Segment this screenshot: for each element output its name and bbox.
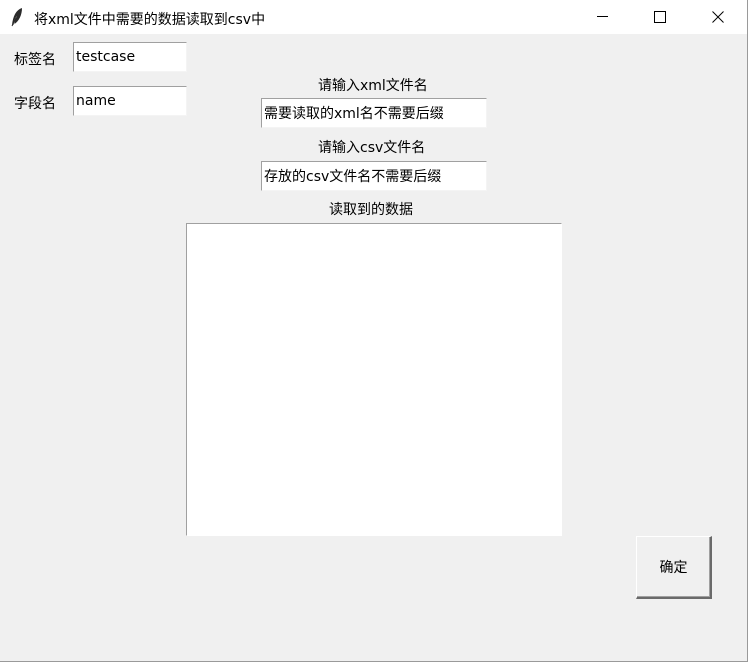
minimize-button[interactable] [580, 0, 626, 34]
field-name-label: 字段名 [14, 96, 56, 112]
maximize-button[interactable] [636, 0, 682, 34]
minimize-icon [597, 16, 608, 17]
xml-filename-input[interactable] [261, 98, 487, 128]
maximize-icon [654, 11, 666, 23]
title-bar[interactable]: 将xml文件中需要的数据读取到csv中 [0, 0, 747, 34]
csv-filename-input[interactable] [261, 161, 487, 191]
close-icon [712, 11, 724, 23]
field-name-input[interactable] [73, 86, 187, 116]
window-title: 将xml文件中需要的数据读取到csv中 [34, 12, 266, 28]
result-label: 读取到的数据 [329, 202, 413, 218]
tag-name-label: 标签名 [14, 52, 56, 68]
close-button[interactable] [695, 0, 741, 34]
result-textarea[interactable] [186, 223, 562, 536]
xml-filename-label: 请输入xml文件名 [318, 78, 428, 94]
feather-icon [10, 7, 24, 27]
csv-filename-label: 请输入csv文件名 [318, 140, 426, 156]
app-window: 将xml文件中需要的数据读取到csv中 标签名 字段名 请输入xml文件名 请输… [0, 0, 748, 662]
confirm-button[interactable]: 确定 [636, 536, 712, 599]
tag-name-input[interactable] [73, 42, 187, 72]
